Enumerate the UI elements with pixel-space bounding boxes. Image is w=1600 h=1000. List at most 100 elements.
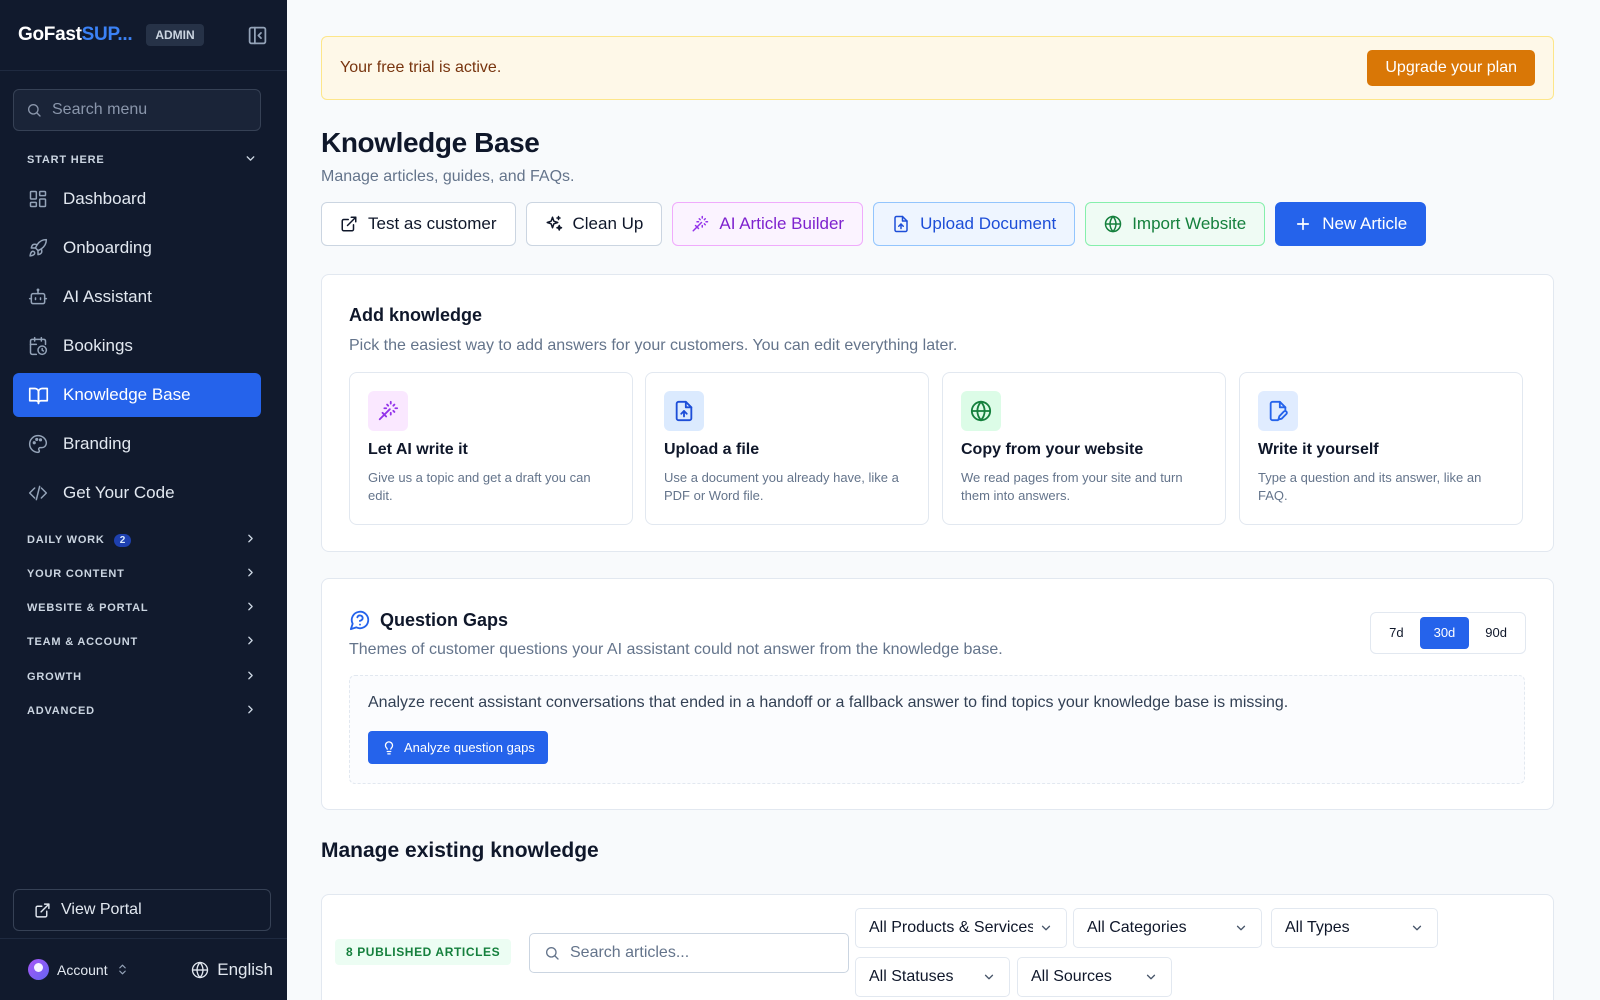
button-label: New Article: [1322, 214, 1408, 233]
sidebar-item-label: Dashboard: [63, 189, 147, 208]
chevron-right-icon: [244, 703, 257, 719]
palette-icon: [27, 433, 49, 455]
admin-badge: ADMIN: [146, 24, 204, 46]
language-selector[interactable]: English: [191, 960, 273, 980]
section-label: GROWTH: [27, 671, 82, 683]
brand-name: GoFast: [18, 24, 82, 45]
code-icon: [27, 482, 49, 504]
analyze-question-gaps-button[interactable]: Analyze question gaps: [368, 731, 548, 764]
button-label: Upload Document: [920, 214, 1057, 233]
question-gaps-card: Question Gaps Themes of customer questio…: [321, 578, 1554, 810]
section-your-content[interactable]: YOUR CONTENT: [27, 566, 257, 582]
button-label: AI Article Builder: [719, 214, 845, 233]
gaps-empty-state: Analyze recent assistant conversations t…: [349, 675, 1525, 784]
chevron-right-icon: [244, 532, 257, 548]
calendar-clock-icon: [27, 335, 49, 357]
sidebar-item-onboarding[interactable]: Onboarding: [13, 226, 261, 270]
section-start-here[interactable]: START HERE: [27, 152, 257, 168]
section-website-portal[interactable]: WEBSITE & PORTAL: [27, 600, 257, 616]
range-30d-button[interactable]: 30d: [1419, 617, 1470, 649]
bot-icon: [27, 286, 49, 308]
search-icon: [26, 102, 42, 118]
section-daily-work[interactable]: DAILY WORK 2: [27, 532, 257, 548]
globe-icon: [961, 391, 1001, 431]
brand-row: GoFastSUP... ADMIN: [0, 0, 287, 71]
upload-document-button[interactable]: Upload Document: [873, 202, 1076, 246]
view-portal-button[interactable]: View Portal: [13, 889, 271, 931]
chevron-down-icon: [244, 152, 257, 168]
trial-banner: Your free trial is active. Upgrade your …: [321, 36, 1554, 100]
external-link-icon: [34, 902, 51, 919]
sidebar-item-dashboard[interactable]: Dashboard: [13, 177, 261, 221]
sidebar-item-bookings[interactable]: Bookings: [13, 324, 261, 368]
main-content: Your free trial is active. Upgrade your …: [287, 0, 1600, 1000]
tile-description: Use a document you already have, like a …: [664, 470, 899, 503]
account-menu[interactable]: Account: [57, 962, 108, 978]
tile-ai-write[interactable]: Let AI write it Give us a topic and get …: [349, 372, 633, 525]
select-value: All Sources: [1031, 968, 1112, 985]
categories-filter-select[interactable]: All Categories: [1073, 908, 1262, 948]
products-filter-select[interactable]: All Products & Services: [855, 908, 1067, 948]
sidebar-item-ai-assistant[interactable]: AI Assistant: [13, 275, 261, 319]
globe-icon: [1104, 215, 1122, 233]
page-subtitle: Manage articles, guides, and FAQs.: [321, 168, 575, 185]
card-title: Add knowledge: [349, 305, 483, 325]
avatar[interactable]: [28, 959, 49, 980]
external-link-icon: [340, 215, 358, 233]
chevron-right-icon: [244, 669, 257, 685]
test-as-customer-button[interactable]: Test as customer: [321, 202, 516, 246]
new-article-button[interactable]: New Article: [1275, 202, 1427, 246]
magic-wand-icon: [691, 215, 709, 233]
section-growth[interactable]: GROWTH: [27, 669, 257, 685]
collapse-sidebar-icon[interactable]: [245, 23, 269, 47]
chevron-right-icon: [244, 634, 257, 650]
card-subtitle: Pick the easiest way to add answers for …: [349, 337, 958, 354]
chevron-down-icon: [1039, 921, 1053, 935]
section-team-account[interactable]: TEAM & ACCOUNT: [27, 634, 257, 650]
dashboard-icon: [27, 188, 49, 210]
sidebar-item-branding[interactable]: Branding: [13, 422, 261, 466]
sidebar-item-get-your-code[interactable]: Get Your Code: [13, 471, 261, 515]
article-search-input[interactable]: [570, 944, 830, 962]
range-7d-button[interactable]: 7d: [1375, 617, 1417, 649]
section-advanced[interactable]: ADVANCED: [27, 703, 257, 719]
select-value: All Statuses: [869, 968, 954, 985]
gaps-title: Question Gaps: [380, 609, 509, 630]
sidebar-search: [13, 89, 261, 131]
section-label: DAILY WORK: [27, 534, 105, 546]
manage-section-title: Manage existing knowledge: [321, 839, 599, 862]
button-label: Analyze question gaps: [404, 740, 535, 755]
statuses-filter-select[interactable]: All Statuses: [855, 957, 1010, 997]
chevron-right-icon: [244, 600, 257, 616]
clean-up-button[interactable]: Clean Up: [525, 202, 663, 246]
tile-copy-website[interactable]: Copy from your website We read pages fro…: [942, 372, 1226, 525]
range-90d-button[interactable]: 90d: [1471, 617, 1521, 649]
tile-upload-file[interactable]: Upload a file Use a document you already…: [645, 372, 929, 525]
brand-logo[interactable]: GoFastSUP...: [18, 24, 133, 46]
sidebar-search-input[interactable]: [52, 101, 242, 119]
import-website-button[interactable]: Import Website: [1085, 202, 1266, 246]
upgrade-button[interactable]: Upgrade your plan: [1367, 50, 1535, 86]
types-filter-select[interactable]: All Types: [1271, 908, 1438, 948]
ai-article-builder-button[interactable]: AI Article Builder: [672, 202, 864, 246]
chevron-down-icon: [1234, 921, 1248, 935]
card-subtitle: Themes of customer questions your AI ass…: [349, 641, 1003, 658]
sidebar-item-label: Get Your Code: [63, 483, 175, 502]
card-title: Question Gaps: [349, 609, 508, 631]
add-knowledge-card: Add knowledge Pick the easiest way to ad…: [321, 274, 1554, 552]
sources-filter-select[interactable]: All Sources: [1017, 957, 1172, 997]
rocket-icon: [27, 237, 49, 259]
language-label: English: [217, 959, 273, 979]
globe-icon: [191, 960, 209, 979]
tile-title: Upload a file: [664, 441, 760, 458]
button-label: Test as customer: [368, 214, 497, 233]
chevrons-up-down-icon[interactable]: [116, 963, 129, 976]
sidebar-item-knowledge-base[interactable]: Knowledge Base: [13, 373, 261, 417]
tile-description: Type a question and its answer, like an …: [1258, 470, 1482, 503]
action-toolbar: Test as customer Clean Up AI Article Bui…: [321, 202, 1427, 246]
tile-write-yourself[interactable]: Write it yourself Type a question and it…: [1239, 372, 1523, 525]
sparkles-icon: [545, 215, 563, 233]
view-portal-label: View Portal: [61, 901, 142, 918]
sidebar-item-label: Knowledge Base: [63, 385, 191, 404]
select-value: All Categories: [1087, 919, 1187, 936]
